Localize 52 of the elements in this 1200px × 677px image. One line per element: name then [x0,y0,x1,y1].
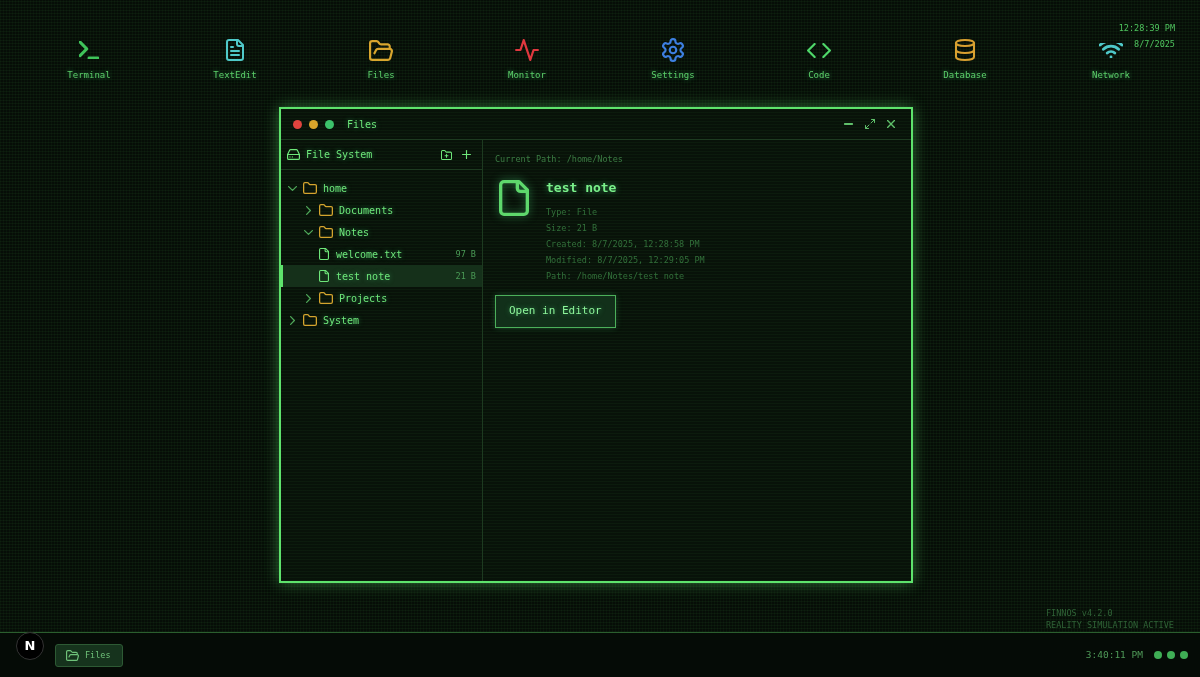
taskbar-clock: 3:40:11 PM [1085,647,1143,662]
app-launcher[interactable]: TextEdit [213,38,257,81]
folder-icon [319,292,333,304]
chevron-right-icon[interactable] [289,315,295,325]
tree-item[interactable]: welcome.txt 97 B [281,243,482,265]
file-property: Path: /home/Notes/test note [546,270,686,283]
file-size: 21 B [455,269,477,283]
plus-icon[interactable] [462,150,471,159]
system-info-text: REALITY SIMULATION ACTIVE [1046,619,1174,631]
taskbar-app-button[interactable]: Files [55,643,123,667]
sidebar-title: File System [306,148,373,162]
file-size: 97 B [455,247,477,261]
file-name: test note [546,180,618,196]
folder-icon [303,314,317,326]
app-launcher[interactable]: Files [367,38,395,81]
app-launcher[interactable]: Network [1092,38,1130,81]
app-launcher[interactable]: Monitor [508,38,546,81]
file-icon [319,248,329,260]
file-icon [499,180,529,216]
new-folder-icon[interactable] [441,149,452,160]
folder-icon [66,649,79,661]
system-info-text: FINNOS v4.2.0 [1046,607,1114,619]
file-property: Size: 21 B [546,222,599,235]
chevron-down-icon[interactable] [303,229,313,235]
tree-item[interactable]: home [281,177,482,199]
tree-item[interactable]: Projects [281,287,482,309]
tree-item[interactable]: Documents [281,199,482,221]
clock-time: 12:28:39 PM [1118,22,1175,35]
tree-item[interactable]: test note 21 B [281,265,482,287]
current-path: Current Path: /home/Notes [495,153,623,165]
clock-date: 8/7/2025 [1134,38,1175,51]
chevron-right-icon[interactable] [305,205,311,215]
folder-icon [303,182,317,194]
tree-item[interactable]: System [281,309,482,331]
window-title: Files [347,117,378,132]
app-launcher[interactable]: Terminal [67,38,111,81]
file-property: Created: 8/7/2025, 12:28:58 PM [546,238,701,251]
file-property: Type: File [546,206,599,219]
maximize-icon[interactable] [865,119,875,129]
folder-icon [319,226,333,238]
hard-drive-icon [287,149,300,160]
app-launcher[interactable]: Database [943,38,987,81]
app-launcher[interactable]: Code [807,38,831,81]
folder-icon [319,204,333,216]
app-launcher[interactable]: Settings [651,38,695,81]
tree-item[interactable]: Notes [281,221,482,243]
chevron-down-icon[interactable] [287,185,297,191]
open-in-editor-button[interactable]: Open in Editor [495,295,616,328]
file-property: Modified: 8/7/2025, 12:29:05 PM [546,254,705,267]
file-icon [319,270,329,282]
close-icon[interactable] [887,120,895,128]
chevron-right-icon[interactable] [305,293,311,303]
